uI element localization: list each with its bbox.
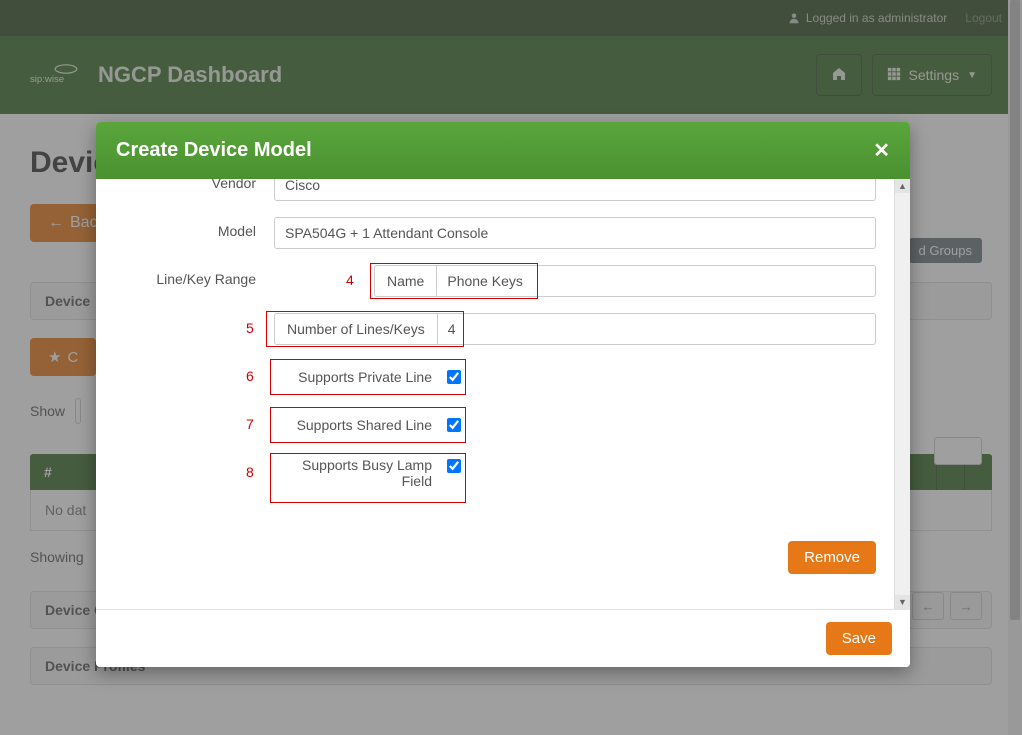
line-key-range-row: Line/Key Range 4 Name 5 (114, 265, 876, 574)
modal-footer: Save (96, 609, 910, 667)
blf-label: Supports Busy Lamp Field (284, 457, 444, 489)
range-label: Line/Key Range (114, 265, 274, 287)
range-name-input[interactable] (437, 265, 876, 297)
range-name-row: 4 Name (274, 265, 876, 297)
scroll-down-icon[interactable]: ▼ (895, 595, 910, 609)
shared-line-label: Supports Shared Line (297, 417, 444, 433)
range-name-label: Name (387, 273, 424, 289)
close-icon[interactable]: ✕ (873, 138, 890, 163)
modal-scrollbar[interactable]: ▲ ▼ (894, 179, 910, 609)
model-row: Model (114, 217, 876, 249)
annotation-6: 6 (246, 368, 254, 384)
blf-row: 8 Supports Busy Lamp Field (274, 457, 464, 501)
range-name-label-box: Name (374, 265, 437, 297)
blf-checkbox[interactable] (447, 459, 461, 473)
range-numlines-label: Number of Lines/Keys (287, 321, 425, 337)
range-numlines-label-box: Number of Lines/Keys (274, 313, 438, 345)
remove-button[interactable]: Remove (788, 541, 876, 574)
shared-line-checkbox[interactable] (447, 418, 461, 432)
range-section: 4 Name 5 Number of Lines/Keys (274, 265, 876, 574)
shared-line-row: 7 Supports Shared Line (274, 409, 464, 441)
vendor-input[interactable] (274, 179, 876, 201)
annotation-5: 5 (246, 320, 254, 336)
modal-body: Vendor Model Line/Key Range 4 (96, 179, 894, 609)
annotation-7: 7 (246, 416, 254, 432)
remove-row: Remove (274, 541, 876, 574)
model-input[interactable] (274, 217, 876, 249)
scrollbar-track[interactable] (895, 193, 910, 595)
annotation-4: 4 (346, 272, 354, 288)
scroll-up-icon[interactable]: ▲ (895, 179, 910, 193)
vendor-row: Vendor (114, 179, 876, 201)
modal-title: Create Device Model (116, 139, 312, 162)
model-label: Model (114, 217, 274, 239)
range-numlines-input[interactable] (438, 313, 876, 345)
modal-header: Create Device Model ✕ (96, 122, 910, 179)
range-numlines-row: 5 Number of Lines/Keys (274, 313, 876, 345)
annotation-8: 8 (246, 464, 254, 480)
private-line-row: 6 Supports Private Line (274, 361, 464, 393)
create-device-model-modal: Create Device Model ✕ Vendor Model Line/… (96, 122, 910, 667)
private-line-checkbox[interactable] (447, 370, 461, 384)
save-button[interactable]: Save (826, 622, 892, 655)
vendor-label: Vendor (114, 179, 274, 191)
private-line-label: Supports Private Line (298, 369, 444, 385)
